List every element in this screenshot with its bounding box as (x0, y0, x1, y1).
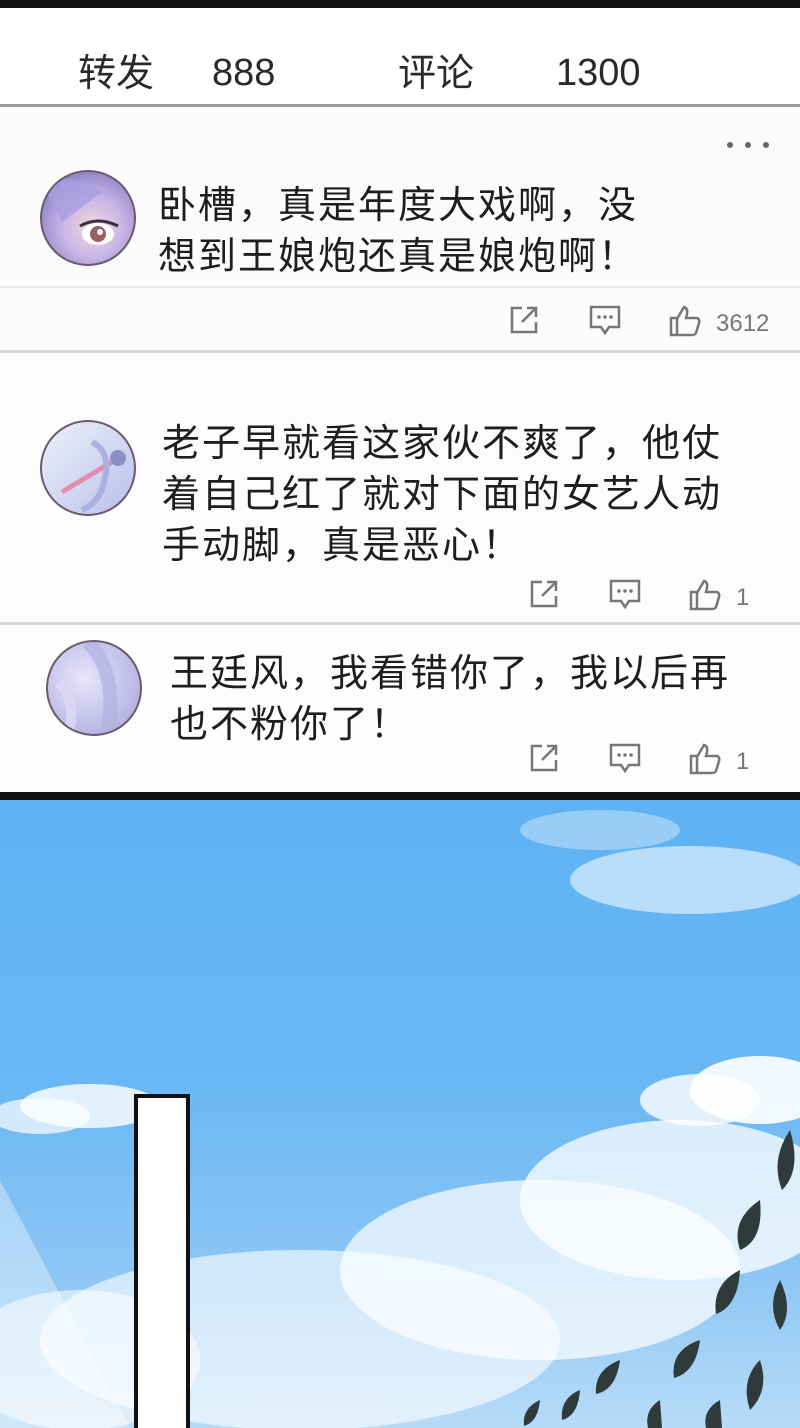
comment-text: 王廷风，我看错你了，我以后再 也不粉你了！ (170, 651, 731, 746)
share-icon[interactable] (528, 742, 560, 774)
panel-border-top (0, 0, 800, 8)
like-count: 3612 (716, 310, 770, 337)
sky-illustration (0, 810, 800, 1428)
avatar-image (42, 178, 119, 245)
comment-count: 1300 (556, 52, 641, 94)
comment-icon[interactable] (588, 304, 622, 336)
comment-actions: 3612 (506, 304, 776, 344)
avatar-image (60, 439, 126, 513)
comment-icon[interactable] (608, 578, 642, 610)
thumbs-up-icon[interactable] (688, 742, 722, 776)
repost-label[interactable]: 转发 (78, 53, 154, 93)
comment-panel: 转发 888 评论 1300 卧槽，真是年度大戏啊，没 想到王娘炮还真是娘炮啊！ (0, 0, 800, 796)
avatar[interactable] (46, 640, 142, 736)
comment-item: 老子早就看这家伙不爽了，他仗 着自己红了就对下面的女艺人动 手动脚，真是恶心！ … (0, 354, 800, 622)
more-dots-icon[interactable] (722, 138, 778, 152)
share-icon[interactable] (528, 578, 560, 610)
share-icon[interactable] (508, 304, 540, 336)
speech-panel-edge (134, 1094, 190, 1428)
comment-actions: 1 (528, 742, 778, 782)
sky-panel (0, 800, 800, 1428)
comment-text: 老子早就看这家伙不爽了，他仗 着自己红了就对下面的女艺人动 手动脚，真是恶心！ (162, 421, 723, 567)
comment-item: 王廷风，我看错你了，我以后再 也不粉你了！ 1 (0, 626, 800, 792)
thumbs-up-icon[interactable] (668, 304, 702, 338)
repost-count: 888 (212, 52, 276, 94)
panel-border-bottom (0, 792, 800, 800)
stats-bar: 转发 888 评论 1300 (0, 8, 800, 106)
avatar[interactable] (40, 170, 136, 266)
avatar-image (54, 642, 118, 734)
comment-actions: 1 (528, 578, 778, 618)
clouds (0, 810, 800, 1428)
comment-icon[interactable] (608, 742, 642, 774)
comment-label[interactable]: 评论 (398, 53, 474, 93)
comment-text: 卧槽，真是年度大戏啊，没 想到王娘炮还真是娘炮啊！ (158, 183, 639, 278)
comment-item: 卧槽，真是年度大戏啊，没 想到王娘炮还真是娘炮啊！ 3612 (0, 108, 800, 352)
like-count: 1 (736, 748, 750, 775)
thumbs-up-icon[interactable] (688, 578, 722, 612)
stats-divider (0, 104, 800, 107)
avatar[interactable] (40, 420, 136, 516)
like-count: 1 (736, 584, 750, 611)
